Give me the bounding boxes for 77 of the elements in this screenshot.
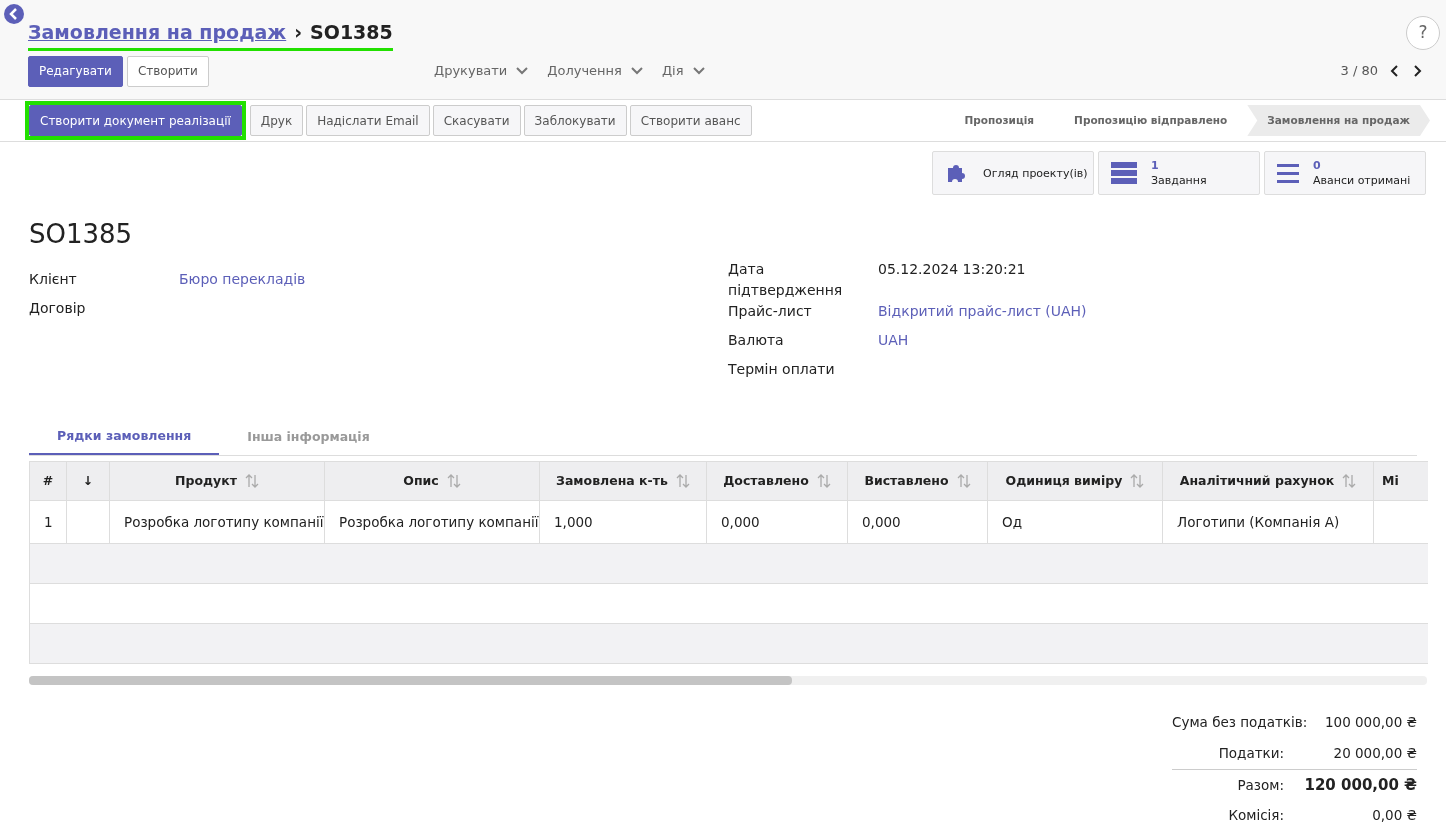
action-button[interactable]: Створити аванс (629, 105, 752, 136)
dropdown-menu-button[interactable]: Дія (661, 61, 706, 81)
column-header[interactable]: Замовлена к-ть (540, 462, 707, 500)
chevron-down-icon (629, 66, 644, 76)
sort-icon (245, 473, 259, 489)
chevron-down-icon (691, 66, 706, 76)
action-button[interactable]: Надіслати Email (306, 105, 430, 136)
table-cell: 0,000 (707, 501, 848, 543)
total-label: Комісія: (1227, 806, 1285, 826)
field-label: Договір (29, 299, 87, 318)
column-header[interactable]: Виставлено (848, 462, 988, 500)
smart-button-count: 0 (1313, 158, 1322, 173)
field-label: Дата підтвердження (728, 260, 844, 300)
action-button[interactable]: Скасувати (432, 105, 521, 136)
action-button[interactable]: Заблокувати (523, 105, 627, 136)
smart-button[interactable]: Огляд проекту(ів) (932, 151, 1094, 195)
create-button[interactable]: Створити (126, 55, 209, 87)
total-label: Разом: (1236, 775, 1285, 795)
column-header[interactable]: Мі (1374, 462, 1428, 500)
breadcrumb-link[interactable]: Замовлення на продаж (28, 18, 287, 47)
chevron-down-icon (515, 66, 530, 76)
smart-button-count: 1 (1151, 158, 1160, 173)
field-label: Валюта (728, 331, 785, 350)
table-cell: 0,000 (848, 501, 988, 543)
edit-button[interactable]: Редагувати (28, 55, 123, 87)
column-header[interactable]: Аналітичний рахунок (1163, 462, 1374, 500)
total-value: 20 000,00 ₴ (1332, 744, 1417, 764)
table-cell: Розробка логотипу компанії (325, 501, 540, 543)
column-header[interactable]: Одиниця виміру (988, 462, 1163, 500)
table-cell: Розробка логотипу компанії (110, 501, 325, 543)
field-link[interactable]: Відкритий прайс-лист (UAH) (878, 301, 1087, 322)
field-label: Прайс-лист (728, 302, 813, 321)
breadcrumb-separator: › (294, 20, 303, 45)
menu-icon (1277, 163, 1299, 183)
smart-button-label: Завдання (1151, 173, 1207, 188)
dropdown-menu-button[interactable]: Друкувати (434, 61, 530, 81)
help-button[interactable]: ? (1406, 16, 1440, 50)
smart-button-label: Аванси отримані (1313, 173, 1411, 188)
total-label: Податки: (1217, 744, 1285, 764)
sort-icon (446, 473, 461, 489)
chevron-left-icon[interactable] (1390, 64, 1400, 78)
field-link[interactable]: Бюро перекладів (179, 269, 306, 290)
total-value: 120 000,00 ₴ (1303, 774, 1417, 796)
table-cell: Логотипи (Компанія А) (1163, 501, 1374, 543)
smart-button-label: Огляд проекту(ів) (983, 165, 1088, 181)
table-cell: Од (988, 501, 1163, 543)
sort-icon (1342, 473, 1357, 489)
sort-icon (675, 473, 690, 489)
smart-button[interactable]: 1 Завдання (1098, 151, 1260, 195)
field-label: Термін оплати (728, 360, 836, 379)
back-icon[interactable] (4, 4, 24, 24)
dropdown-menu-button[interactable]: Долучення (547, 61, 644, 81)
chevron-right-icon[interactable] (1412, 64, 1422, 78)
column-header[interactable]: Опис (325, 462, 540, 500)
column-header[interactable]: # (30, 462, 67, 500)
table-cell: 1 (30, 501, 67, 543)
column-header[interactable]: Продукт (110, 462, 325, 500)
horizontal-scrollbar[interactable] (29, 676, 1427, 685)
breadcrumb-current: SO1385 (310, 20, 393, 45)
sort-icon (1130, 473, 1145, 489)
total-value: 0,00 ₴ (1371, 806, 1417, 826)
action-button[interactable]: Створити документ реалізації (29, 105, 242, 136)
tab[interactable]: Рядки замовлення (29, 419, 220, 455)
column-header[interactable]: Доставлено (707, 462, 848, 500)
server-icon (1111, 162, 1137, 184)
table-cell: 1,000 (540, 501, 707, 543)
sort-icon (816, 473, 831, 489)
smart-button[interactable]: 0 Аванси отримані (1264, 151, 1426, 195)
status-stage[interactable]: Замовлення на продаж (1247, 105, 1430, 136)
field-label: Клієнт (29, 270, 78, 289)
sort-icon (956, 473, 971, 489)
field-value: 05.12.2024 13:20:21 (878, 260, 1026, 279)
record-title: SO1385 (29, 218, 134, 251)
pager-text: 3 / 80 (1340, 62, 1378, 81)
action-button[interactable]: Друк (249, 105, 304, 136)
field-link[interactable]: UAH (878, 330, 909, 351)
column-header[interactable]: ↓ (67, 462, 110, 500)
